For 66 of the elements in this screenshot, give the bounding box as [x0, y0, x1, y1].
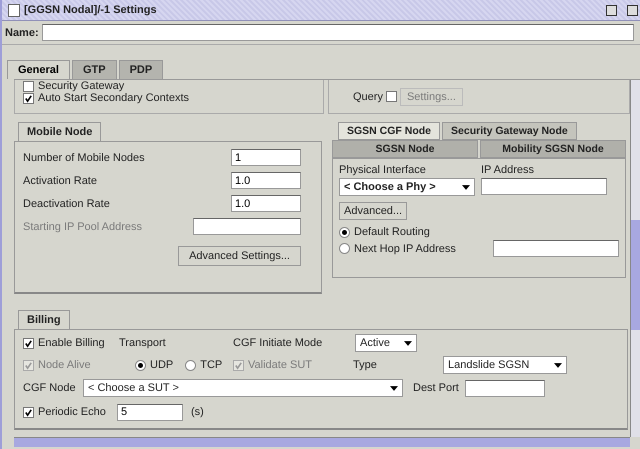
advanced-button[interactable]: Advanced... [339, 202, 408, 220]
radio-button[interactable] [135, 360, 146, 370]
horizontal-scrollbar[interactable] [14, 437, 630, 447]
caret-icon [462, 184, 470, 190]
unit-label: (s) [191, 406, 204, 418]
radio-label: Default Routing [354, 226, 430, 238]
echo-field[interactable]: 5 [117, 404, 183, 420]
input-field[interactable]: 1.0 [231, 172, 301, 189]
billing-tab[interactable]: Billing [18, 310, 70, 329]
ip-address-field[interactable] [481, 178, 607, 195]
tab[interactable]: Mobility SGSN Node [480, 140, 626, 158]
checkbox[interactable] [23, 338, 34, 348]
restore-icon[interactable] [606, 4, 617, 16]
radio-button[interactable] [339, 243, 350, 254]
field-label: Physical Interface [339, 164, 427, 176]
caret-icon [554, 362, 562, 368]
type-dropdown[interactable]: Landslide SGSN [443, 356, 567, 374]
field-label: Dest Port [413, 382, 460, 394]
maximize-icon[interactable] [627, 4, 638, 16]
tab[interactable]: SGSN CGF Node [338, 122, 440, 140]
tab[interactable]: PDP [118, 60, 164, 79]
field-label: Starting IP Pool Address [23, 220, 142, 232]
checkbox[interactable] [23, 406, 34, 418]
tab[interactable]: GTP [72, 60, 117, 79]
checkbox-label: Node Alive [38, 359, 91, 371]
caret-icon [390, 386, 398, 390]
cgf-node-dropdown[interactable]: < Choose a SUT > [83, 379, 403, 397]
radio-button[interactable] [185, 360, 196, 370]
checkbox-label: Periodic Echo [38, 406, 106, 418]
field-label: Type [353, 359, 378, 371]
input-field[interactable]: 1 [231, 149, 301, 166]
mode-dropdown[interactable]: Active [355, 334, 417, 352]
field-label: CGF Node [23, 382, 77, 394]
input-field[interactable]: 1.0 [231, 195, 301, 212]
field-label: IP Address [481, 164, 535, 176]
checkbox[interactable] [23, 92, 34, 104]
transport-label: Transport [119, 337, 167, 349]
next-hop-field[interactable] [493, 240, 619, 257]
checkbox-label: Validate SUT [248, 359, 312, 371]
window-title: [GGSN Nodal]/-1 Settings [24, 4, 158, 16]
checkbox-label: Security Gateway [38, 80, 124, 92]
window-icon [8, 4, 20, 16]
checkbox-label: Auto Start Secondary Contexts [38, 92, 190, 104]
mobile-node-tab[interactable]: Mobile Node [18, 122, 102, 141]
field-label: Deactivation Rate [23, 198, 110, 210]
radio-label: TCP [200, 359, 222, 371]
dest-port-field[interactable] [465, 380, 545, 396]
tab[interactable]: Security Gateway Node [442, 122, 577, 140]
field-label: Activation Rate [23, 174, 97, 186]
radio-label: UDP [150, 359, 174, 371]
advanced-settings-button[interactable]: Advanced Settings... [178, 246, 301, 266]
checkbox[interactable] [23, 80, 34, 92]
name-field[interactable] [42, 24, 634, 41]
phy-dropdown[interactable]: < Choose a Phy > [339, 178, 475, 196]
tab[interactable]: General [7, 60, 70, 79]
checkbox-label: Enable Billing [38, 337, 105, 349]
query-checkbox[interactable] [386, 91, 397, 102]
query-label: Query [353, 90, 383, 102]
tab[interactable]: SGSN Node [332, 140, 478, 158]
name-label: Name: [5, 26, 39, 38]
field-label: CGF Initiate Mode [233, 337, 324, 349]
vertical-scrollbar[interactable] [630, 80, 640, 437]
radio-button[interactable] [339, 226, 350, 238]
field-label: Number of Mobile Nodes [23, 152, 145, 164]
radio-label: Next Hop IP Address [354, 242, 456, 254]
caret-icon [404, 340, 412, 346]
